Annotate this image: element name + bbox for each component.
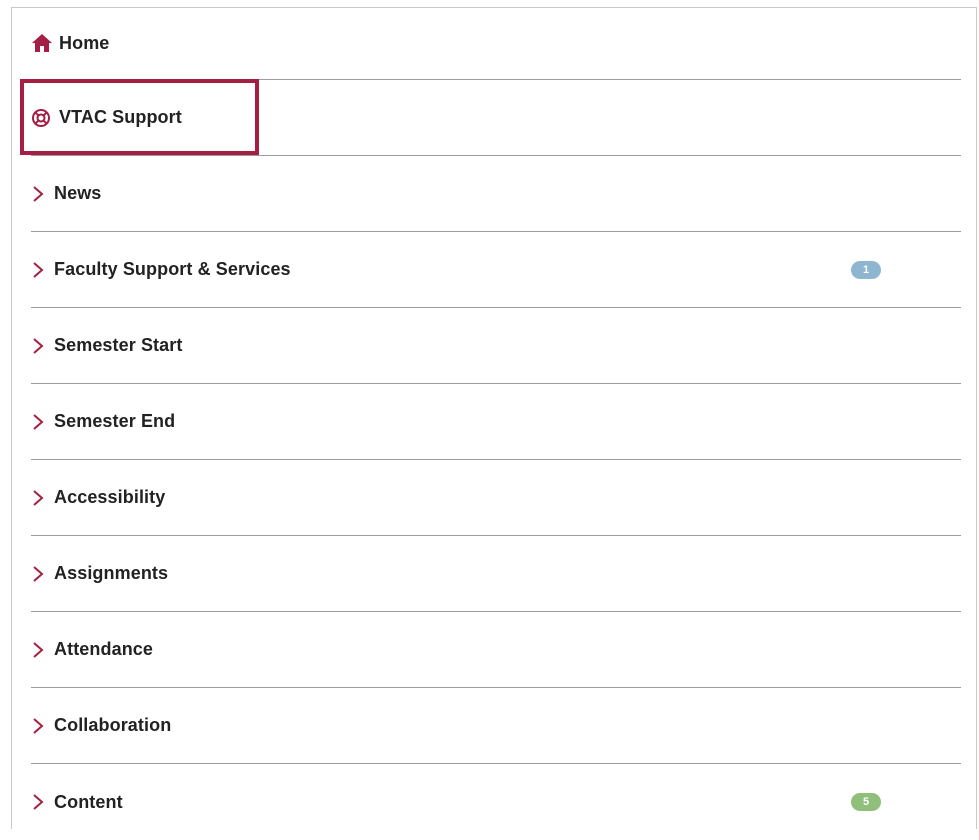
menu-item-label: Collaboration xyxy=(54,715,172,735)
menu-item-label: Semester End xyxy=(54,411,176,431)
chevron-right-icon xyxy=(31,564,49,584)
count-badge: 5 xyxy=(851,793,881,811)
menu-item-home[interactable]: Home xyxy=(31,7,961,80)
chevron-right-icon xyxy=(31,184,49,204)
menu-item-label: Home xyxy=(59,32,110,53)
menu-item-collaboration[interactable]: Collaboration xyxy=(31,688,961,764)
menu-item-accessibility[interactable]: Accessibility xyxy=(31,460,961,536)
menu-item-faculty-support-services[interactable]: Faculty Support & Services 1 xyxy=(31,232,961,308)
menu-item-label: News xyxy=(54,183,102,203)
menu-item-label: Attendance xyxy=(54,639,154,659)
chevron-right-icon xyxy=(31,260,49,280)
menu-item-semester-end[interactable]: Semester End xyxy=(31,384,961,460)
home-icon xyxy=(31,33,53,53)
navigation-menu: Home VTAC Support News Faculty Support &… xyxy=(31,7,961,840)
lifebuoy-icon xyxy=(31,108,53,128)
menu-item-label: Accessibility xyxy=(54,487,166,507)
chevron-right-icon xyxy=(31,336,49,356)
menu-item-label: Content xyxy=(54,791,123,812)
menu-item-label: Semester Start xyxy=(54,335,183,355)
menu-item-news[interactable]: News xyxy=(31,156,961,232)
menu-item-label: Assignments xyxy=(54,563,169,583)
menu-item-attendance[interactable]: Attendance xyxy=(31,612,961,688)
menu-item-semester-start[interactable]: Semester Start xyxy=(31,308,961,384)
chevron-right-icon xyxy=(31,488,49,508)
chevron-right-icon xyxy=(31,792,49,812)
menu-item-assignments[interactable]: Assignments xyxy=(31,536,961,612)
count-badge: 1 xyxy=(851,260,881,279)
chevron-right-icon xyxy=(31,412,49,432)
menu-item-label: VTAC Support xyxy=(59,107,182,127)
chevron-right-icon xyxy=(31,716,49,736)
menu-item-label: Faculty Support & Services xyxy=(54,259,291,279)
chevron-right-icon xyxy=(31,640,49,660)
menu-item-vtac-support[interactable]: VTAC Support xyxy=(31,80,961,156)
